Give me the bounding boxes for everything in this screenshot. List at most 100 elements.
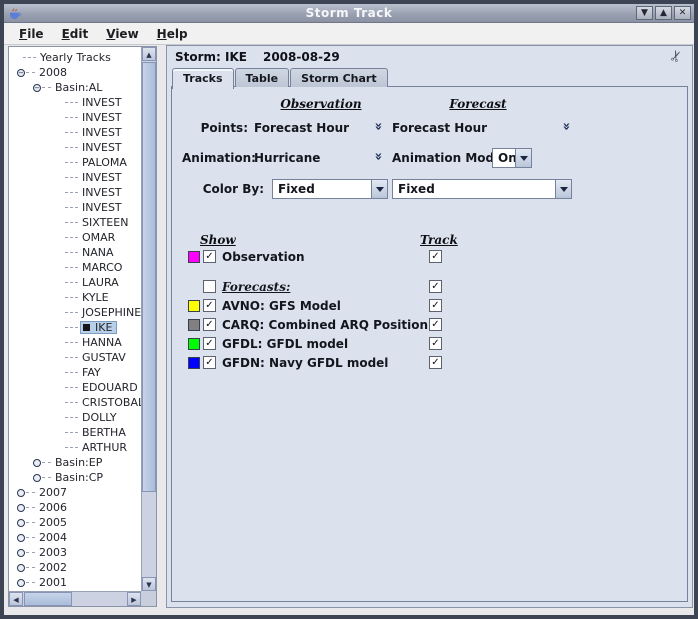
scroll-down-icon[interactable]: ▼ <box>142 577 156 591</box>
tree-item-edouard[interactable]: EDOUARD <box>9 380 141 395</box>
observation-column-header: Observation <box>271 97 371 111</box>
show-checkbox[interactable]: ✓ <box>203 250 216 263</box>
tree-item-cristobal[interactable]: CRISTOBAL <box>9 395 141 410</box>
color-swatch[interactable] <box>188 319 200 331</box>
tree-item-arthur[interactable]: ARTHUR <box>9 440 141 455</box>
tree-item-marco[interactable]: MARCO <box>9 260 141 275</box>
tree-item-basin-ep[interactable]: Basin:EP <box>9 455 141 470</box>
scroll-left-icon[interactable]: ◀ <box>9 592 23 606</box>
tree-item-gustav[interactable]: GUSTAV <box>9 350 141 365</box>
tab-table[interactable]: Table <box>235 68 290 87</box>
track-checkbox[interactable]: ✓ <box>429 299 442 312</box>
tree-item-basin-al[interactable]: −Basin:AL <box>9 80 141 95</box>
combo-arrow-icon[interactable] <box>371 180 387 198</box>
show-checkbox[interactable] <box>203 280 216 293</box>
color-swatch[interactable] <box>188 251 200 263</box>
horizontal-scroll-thumb[interactable] <box>24 592 72 606</box>
track-checkbox[interactable]: ✓ <box>429 250 442 263</box>
tree-toggle-icon[interactable] <box>17 564 25 572</box>
tree-item-2005[interactable]: 2005 <box>9 515 141 530</box>
tree-toggle-icon[interactable] <box>17 489 25 497</box>
points-forecast-dropdown-icon[interactable]: » <box>559 122 574 130</box>
tree-item-label: 2005 <box>37 516 69 529</box>
tree-item-2001[interactable]: 2001 <box>9 575 141 590</box>
track-checkbox[interactable]: ✓ <box>429 280 442 293</box>
tree-item-label: INVEST <box>80 126 124 139</box>
combo-arrow-icon[interactable] <box>515 149 531 167</box>
tree-item-hanna[interactable]: HANNA <box>9 335 141 350</box>
tree-item-invest[interactable]: INVEST <box>9 185 141 200</box>
tree-item-label: 2001 <box>37 576 69 589</box>
tree-item-yearly-tracks[interactable]: Yearly Tracks <box>9 50 141 65</box>
menu-view[interactable]: View <box>97 25 147 43</box>
animation-dropdown-icon[interactable]: » <box>371 152 386 160</box>
track-checkbox[interactable]: ✓ <box>429 356 442 369</box>
tree-vertical-scrollbar[interactable]: ▲ ▼ <box>141 47 156 591</box>
tree-item-2008[interactable]: −2008 <box>9 65 141 80</box>
tree-toggle-icon[interactable]: − <box>33 84 41 92</box>
tree-toggle-icon[interactable] <box>17 504 25 512</box>
color-swatch[interactable] <box>188 357 200 369</box>
tree-item-invest[interactable]: INVEST <box>9 110 141 125</box>
tree-item-label: INVEST <box>80 96 124 109</box>
tree-item-2002[interactable]: 2002 <box>9 560 141 575</box>
tree-item-laura[interactable]: LAURA <box>9 275 141 290</box>
tree-item-2007[interactable]: 2007 <box>9 485 141 500</box>
tree-toggle-icon[interactable] <box>33 459 41 467</box>
scissors-icon[interactable]: ✂ <box>666 47 687 65</box>
minimize-button[interactable]: ▼ <box>636 6 653 20</box>
tree-horizontal-scrollbar[interactable]: ◀ ▶ <box>9 591 141 606</box>
tab-tracks[interactable]: Tracks <box>172 68 234 89</box>
tree-item-ike[interactable]: IKE <box>9 320 141 335</box>
maximize-button[interactable]: ▲ <box>655 6 672 20</box>
points-observation-dropdown-icon[interactable]: » <box>371 122 386 130</box>
tree-item-2003[interactable]: 2003 <box>9 545 141 560</box>
combo-arrow-icon[interactable] <box>555 180 571 198</box>
tree-toggle-icon[interactable] <box>17 549 25 557</box>
tree-toggle-icon[interactable]: − <box>17 69 25 77</box>
tree-item-invest[interactable]: INVEST <box>9 200 141 215</box>
animation-mode-combobox[interactable]: On <box>492 148 532 168</box>
close-button[interactable]: ✕ <box>674 6 691 20</box>
color-swatch[interactable] <box>188 338 200 350</box>
tree-item-invest[interactable]: INVEST <box>9 125 141 140</box>
tree-item-omar[interactable]: OMAR <box>9 230 141 245</box>
vertical-scroll-thumb[interactable] <box>142 62 156 492</box>
tree-item-invest[interactable]: INVEST <box>9 95 141 110</box>
menu-edit[interactable]: Edit <box>53 25 98 43</box>
layer-label: Observation <box>222 250 305 264</box>
tree-item-invest[interactable]: INVEST <box>9 170 141 185</box>
show-checkbox[interactable]: ✓ <box>203 337 216 350</box>
layer-label: GFDN: Navy GFDL model <box>222 356 388 370</box>
show-checkbox[interactable]: ✓ <box>203 318 216 331</box>
tree-item-bertha[interactable]: BERTHA <box>9 425 141 440</box>
tree-item-paloma[interactable]: PALOMA <box>9 155 141 170</box>
tree-item-josephine[interactable]: JOSEPHINE <box>9 305 141 320</box>
tree-item-fay[interactable]: FAY <box>9 365 141 380</box>
menu-file[interactable]: File <box>10 25 53 43</box>
tree-item-nana[interactable]: NANA <box>9 245 141 260</box>
tree-toggle-icon[interactable] <box>17 579 25 587</box>
tab-storm-chart[interactable]: Storm Chart <box>290 68 387 87</box>
color-swatch[interactable] <box>188 300 200 312</box>
scroll-right-icon[interactable]: ▶ <box>127 592 141 606</box>
tree-item-invest[interactable]: INVEST <box>9 140 141 155</box>
track-checkbox[interactable]: ✓ <box>429 337 442 350</box>
scroll-up-icon[interactable]: ▲ <box>142 47 156 61</box>
tree-item-2004[interactable]: 2004 <box>9 530 141 545</box>
tree-item-dolly[interactable]: DOLLY <box>9 410 141 425</box>
show-checkbox[interactable]: ✓ <box>203 299 216 312</box>
tree-item-kyle[interactable]: KYLE <box>9 290 141 305</box>
tree-toggle-icon[interactable] <box>17 534 25 542</box>
tree-toggle-icon[interactable] <box>33 474 41 482</box>
tree-item-sixteen[interactable]: SIXTEEN <box>9 215 141 230</box>
title-bar[interactable]: Storm Track ▼▲✕ <box>4 4 694 23</box>
color-by-forecast-combobox[interactable]: Fixed <box>392 179 572 199</box>
menu-help[interactable]: Help <box>148 25 197 43</box>
color-by-observation-combobox[interactable]: Fixed <box>272 179 388 199</box>
tree-toggle-icon[interactable] <box>17 519 25 527</box>
show-checkbox[interactable]: ✓ <box>203 356 216 369</box>
track-checkbox[interactable]: ✓ <box>429 318 442 331</box>
tree-item-basin-cp[interactable]: Basin:CP <box>9 470 141 485</box>
tree-item-2006[interactable]: 2006 <box>9 500 141 515</box>
